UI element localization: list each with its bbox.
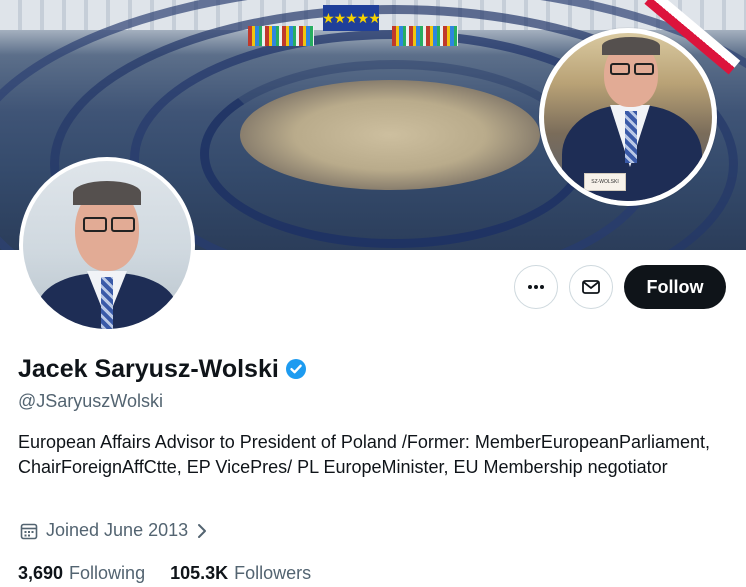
avatar-photo: [23, 161, 191, 329]
verified-badge-icon[interactable]: [285, 358, 307, 380]
display-name: Jacek Saryusz-Wolski: [18, 353, 307, 385]
inset-tie: [625, 111, 637, 163]
inset-photo-background: SZ-WOLSKI: [544, 33, 712, 201]
inset-nameplate: SZ-WOLSKI: [584, 173, 626, 191]
avatar-tie: [101, 277, 113, 329]
more-options-button[interactable]: [514, 265, 558, 309]
follow-button[interactable]: Follow: [624, 265, 726, 309]
avatar-glasses: [111, 217, 135, 232]
avatar[interactable]: [19, 157, 195, 333]
eu-flag-icon: ★★★★★: [322, 5, 381, 31]
following-link[interactable]: 3,690 Following: [18, 563, 145, 584]
display-name-text: Jacek Saryusz-Wolski: [18, 355, 279, 383]
following-label: Following: [69, 563, 146, 583]
banner-hemicycle-floor: [240, 80, 540, 190]
followers-count: 105.3K: [170, 563, 229, 583]
joined-text: Joined June 2013: [46, 520, 189, 540]
banner-flags: [248, 26, 314, 46]
handle: @JSaryuszWolski: [18, 391, 163, 411]
calendar-icon: [20, 523, 38, 539]
followers-link[interactable]: 105.3K Followers: [170, 563, 311, 584]
banner-flags: [392, 26, 458, 46]
chevron-right-icon: [198, 523, 207, 538]
banner-inset-photo: SZ-WOLSKI: [539, 28, 717, 206]
inset-hair: [602, 37, 660, 55]
message-button[interactable]: [569, 265, 613, 309]
bio: European Affairs Advisor to President of…: [18, 432, 711, 477]
followers-label: Followers: [234, 563, 312, 583]
ellipsis-icon: [528, 285, 544, 289]
inset-glasses: [610, 63, 630, 75]
avatar-glasses: [83, 217, 107, 232]
joined-date[interactable]: Joined June 2013: [20, 520, 208, 541]
following-count: 3,690: [18, 563, 64, 583]
avatar-hair: [73, 181, 141, 205]
eu-flag-stars: ★★★★★: [322, 9, 381, 26]
profile-stats: 3,690 Following 105.3K Followers: [18, 563, 311, 584]
envelope-icon: [582, 280, 600, 294]
inset-glasses: [634, 63, 654, 75]
